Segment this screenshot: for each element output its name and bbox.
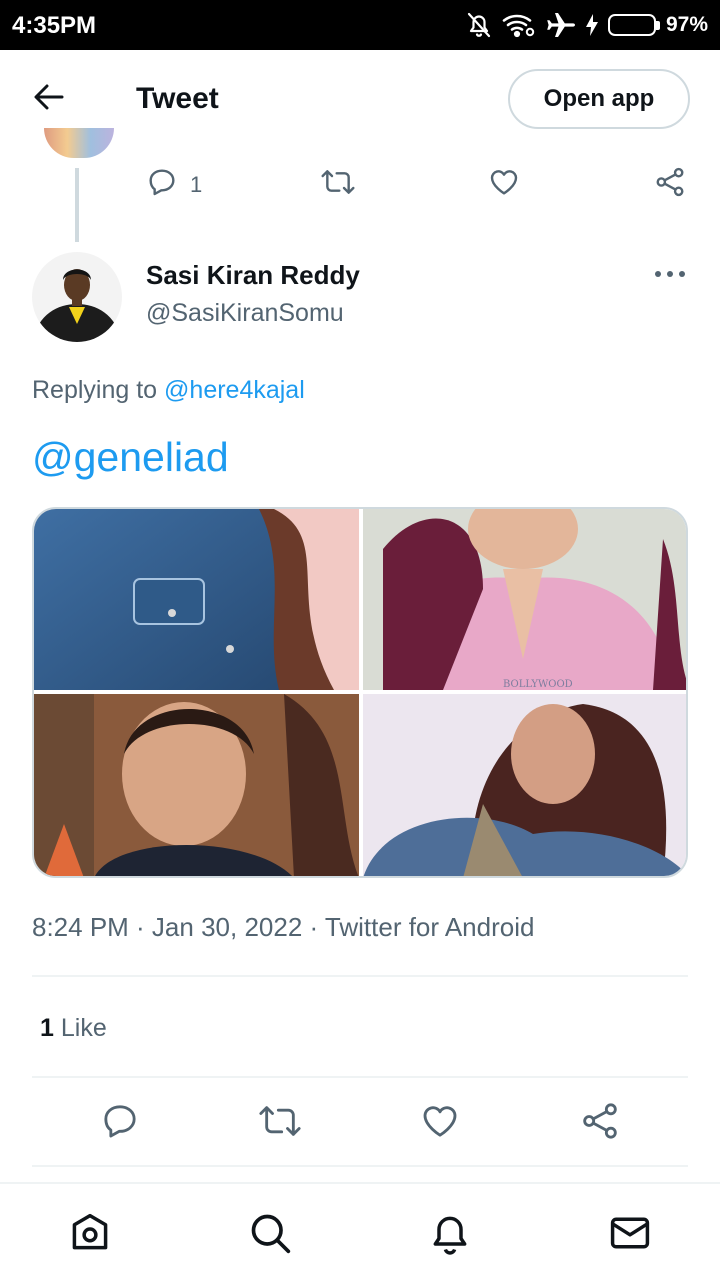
tweet-timestamp[interactable]: 8:24 PM · Jan 30, 2022 · Twitter for And… bbox=[32, 912, 534, 943]
open-app-button[interactable]: Open app bbox=[508, 69, 690, 129]
search-icon bbox=[248, 1211, 292, 1260]
notifications-icon bbox=[428, 1211, 472, 1260]
divider bbox=[32, 1076, 688, 1078]
media-grid: BOLLYWOOD bbox=[32, 507, 688, 878]
heart-icon bbox=[420, 1101, 460, 1146]
thread-connector-line bbox=[75, 168, 79, 242]
share-button[interactable] bbox=[654, 166, 686, 204]
share-button[interactable] bbox=[575, 1098, 625, 1148]
divider bbox=[32, 975, 688, 977]
page-title: Tweet bbox=[136, 82, 219, 115]
media-image-2[interactable]: BOLLYWOOD bbox=[363, 509, 686, 690]
retweet-button[interactable] bbox=[255, 1098, 305, 1148]
back-button[interactable] bbox=[28, 78, 70, 120]
author-name[interactable]: Sasi Kiran Reddy bbox=[146, 260, 360, 291]
avatar[interactable] bbox=[32, 252, 122, 342]
nav-search-button[interactable] bbox=[245, 1210, 295, 1260]
airplane-icon bbox=[546, 11, 576, 39]
share-icon bbox=[654, 166, 686, 204]
nav-messages-button[interactable] bbox=[605, 1210, 655, 1260]
nav-notifications-button[interactable] bbox=[425, 1210, 475, 1260]
tweet-text-mention[interactable]: @geneliad bbox=[32, 434, 229, 481]
charging-icon bbox=[585, 14, 598, 36]
reply-button[interactable] bbox=[95, 1098, 145, 1148]
reply-button[interactable]: 1 bbox=[146, 166, 202, 204]
media-image-4[interactable] bbox=[363, 694, 686, 876]
heart-icon bbox=[488, 166, 520, 204]
replying-to-link[interactable]: @here4kajal bbox=[164, 376, 305, 404]
likes-row[interactable]: 1 Like bbox=[40, 1014, 107, 1043]
media-image-1[interactable] bbox=[34, 509, 359, 690]
status-bar: 4:35PM 97% bbox=[0, 0, 720, 50]
media-image-3[interactable] bbox=[34, 694, 359, 876]
media-watermark: BOLLYWOOD bbox=[503, 679, 573, 690]
more-options-button[interactable] bbox=[650, 258, 690, 290]
retweet-icon bbox=[320, 166, 356, 204]
retweet-icon bbox=[258, 1101, 302, 1146]
mute-icon bbox=[466, 11, 492, 39]
replying-prefix: Replying to bbox=[32, 376, 158, 404]
retweet-button[interactable] bbox=[320, 166, 356, 204]
messages-icon bbox=[608, 1211, 652, 1260]
nav-home-button[interactable] bbox=[65, 1210, 115, 1260]
bottom-navigation bbox=[0, 1182, 720, 1280]
status-time: 4:35PM bbox=[12, 12, 97, 39]
status-icons: 97% bbox=[466, 10, 708, 40]
like-button[interactable] bbox=[415, 1098, 465, 1148]
battery-icon: 97% bbox=[607, 13, 708, 37]
like-count: 1 bbox=[40, 1014, 54, 1042]
more-dots-icon bbox=[654, 265, 686, 283]
reply-count: 1 bbox=[190, 172, 203, 197]
author-handle[interactable]: @SasiKiranSomu bbox=[146, 299, 344, 328]
share-icon bbox=[580, 1101, 620, 1146]
home-icon bbox=[68, 1211, 112, 1260]
reply-icon bbox=[100, 1101, 140, 1146]
like-button[interactable] bbox=[488, 166, 520, 204]
previous-tweet-avatar[interactable] bbox=[44, 128, 114, 158]
wifi-icon bbox=[502, 12, 536, 38]
like-label: Like bbox=[60, 1014, 107, 1042]
replying-to: Replying to @here4kajal bbox=[32, 376, 305, 405]
arrow-left-icon bbox=[34, 84, 64, 115]
tweet-actions bbox=[0, 1098, 720, 1148]
reply-icon bbox=[146, 166, 178, 204]
previous-tweet-actions: 1 bbox=[146, 166, 692, 212]
divider bbox=[32, 1165, 688, 1167]
battery-percent: 97% bbox=[665, 13, 708, 36]
